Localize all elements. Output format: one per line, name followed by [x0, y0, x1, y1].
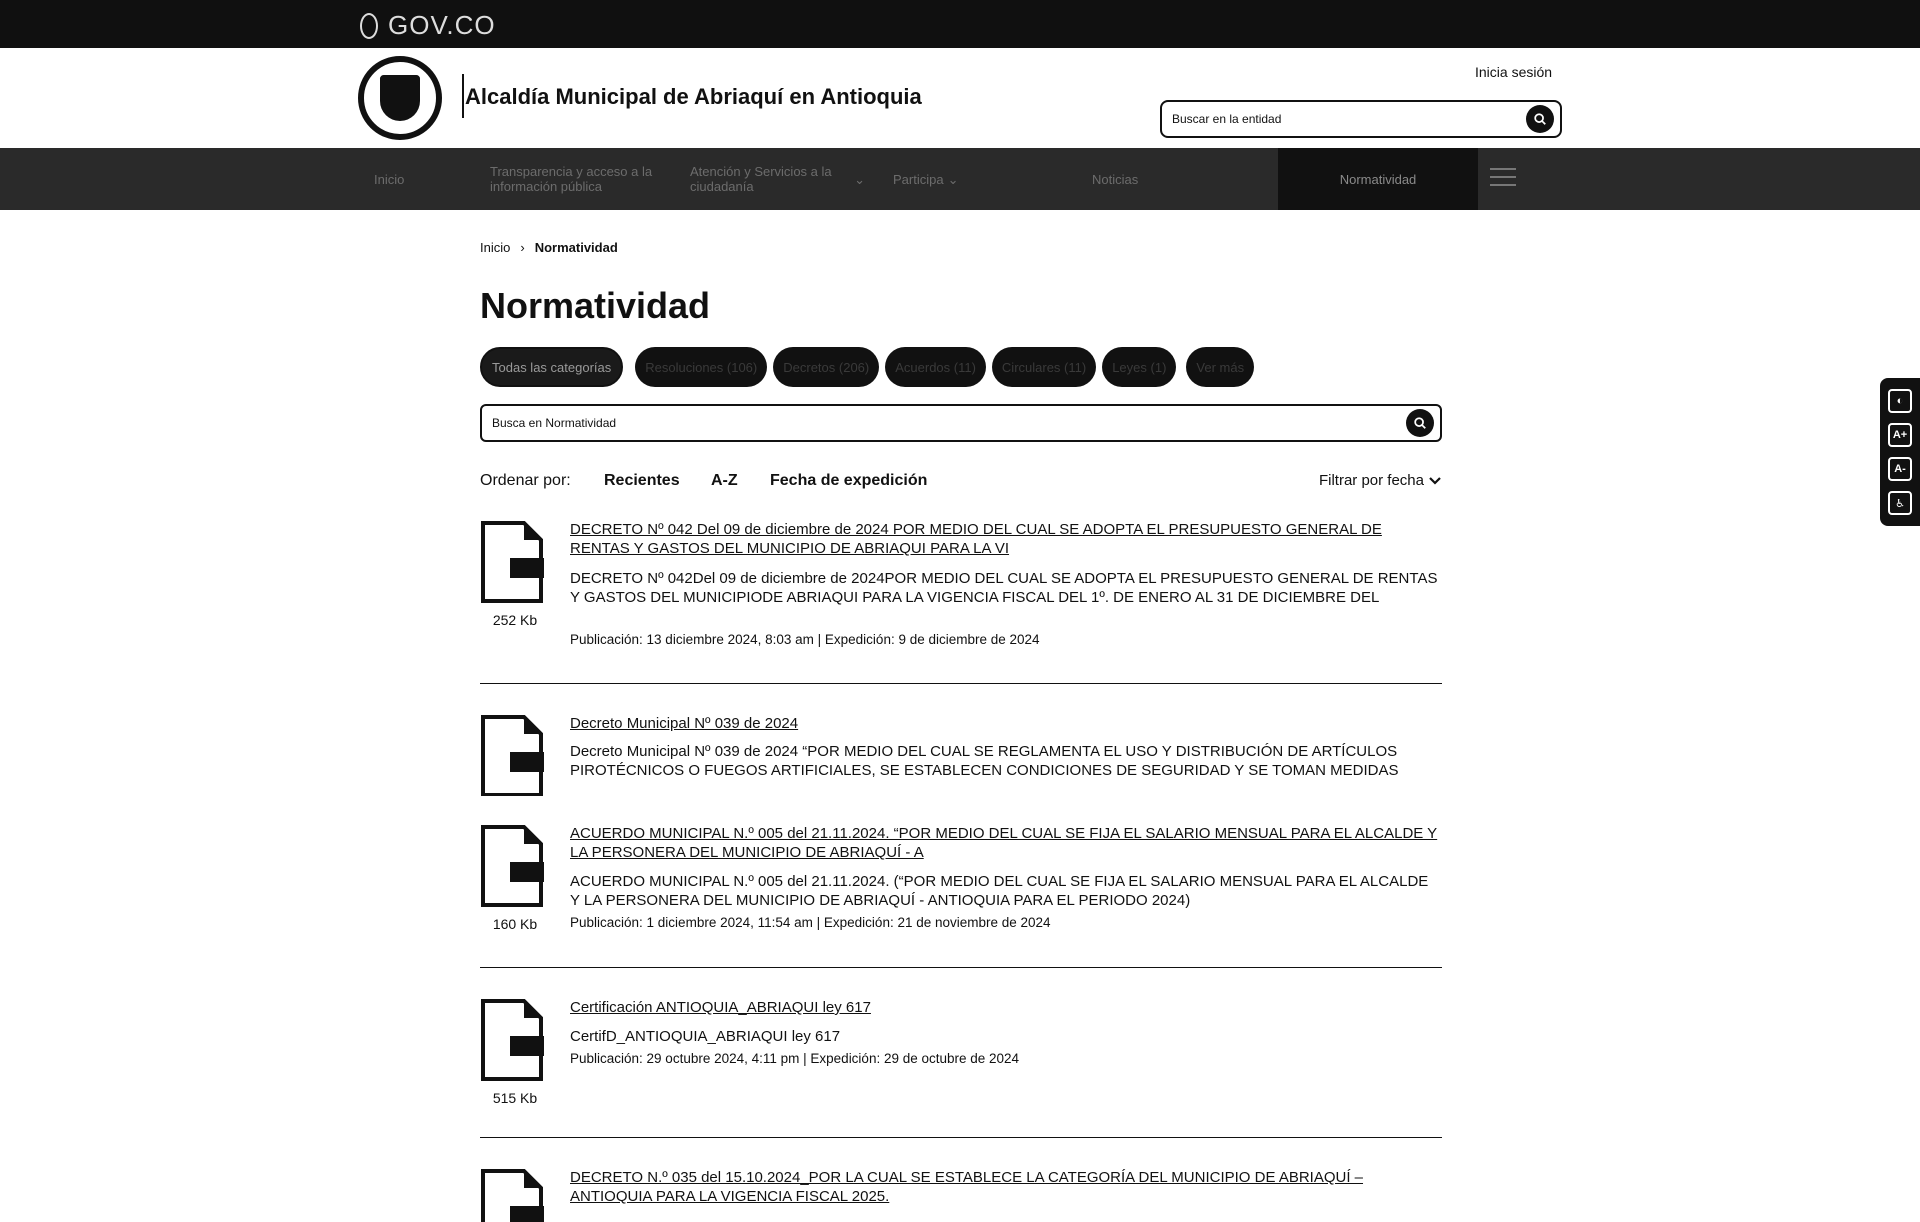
pdf-file-icon[interactable]: [480, 998, 544, 1082]
search-icon: [1534, 113, 1546, 125]
gov-co-bar: GOV.CO: [0, 0, 1920, 48]
entity-search-input[interactable]: [1172, 112, 1526, 126]
document-meta: Publicación: 1 diciembre 2024, 11:54 am …: [570, 915, 1051, 930]
date-filter-label: Filtrar por fecha: [1318, 472, 1424, 489]
breadcrumb-home[interactable]: Inicio: [480, 240, 510, 255]
pdf-file-icon[interactable]: [480, 1168, 544, 1222]
category-filters: Todas las categorías Resoluciones (106) …: [480, 347, 1255, 387]
sort-option-fecha-expedicion[interactable]: Fecha de expedición: [770, 472, 927, 490]
main-nav: Inicio Transparencia y acceso a la infor…: [0, 148, 1920, 210]
chevron-down-icon: ⌄: [947, 171, 959, 187]
chevron-right-icon: ›: [520, 240, 525, 255]
hamburger-menu-icon[interactable]: [1490, 168, 1516, 192]
nav-item-atencion-label: Atención y Servicios a la ciudadanía: [690, 164, 832, 194]
chevron-down-icon: ⌄: [854, 171, 865, 187]
gov-co-mark-icon: [360, 12, 378, 39]
category-pill-all[interactable]: Todas las categorías: [480, 347, 624, 387]
file-size: 515 Kb: [492, 1090, 538, 1106]
document-description: ACUERDO MUNICIPAL N.º 005 del 21.11.2024…: [570, 873, 1429, 909]
document-title-link[interactable]: ACUERDO MUNICIPAL N.º 005 del 21.11.2024…: [570, 824, 1440, 862]
header-divider: [462, 74, 464, 118]
normatividad-search-button[interactable]: [1406, 409, 1434, 437]
sort-bar: Ordenar por: Recientes A-Z Fecha de expe…: [480, 472, 1442, 492]
document-title-link[interactable]: Decreto Municipal Nº 039 de 2024: [570, 714, 1440, 733]
list-divider: [480, 1137, 1442, 1138]
decrease-font-icon[interactable]: A-: [1888, 457, 1912, 481]
date-filter-toggle[interactable]: Filtrar por fecha: [1319, 472, 1442, 489]
category-pill-leyes[interactable]: Leyes (1): [1102, 347, 1177, 387]
document-title-link[interactable]: Certificación ANTIOQUIA_ABRIAQUI ley 617: [570, 998, 1440, 1017]
nav-item-inicio[interactable]: Inicio: [374, 148, 434, 210]
breadcrumb-current: Normatividad: [534, 240, 618, 255]
pdf-file-icon[interactable]: [480, 714, 544, 796]
document-title-link[interactable]: DECRETO Nº 042 Del 09 de diciembre de 20…: [570, 520, 1440, 558]
pdf-file-icon[interactable]: [480, 520, 544, 604]
nav-item-noticias[interactable]: Noticias: [1092, 148, 1172, 210]
category-pill-decretos[interactable]: Decretos (206): [773, 347, 880, 387]
search-icon: [1414, 417, 1426, 429]
document-meta: Publicación: 29 octubre 2024, 4:11 pm | …: [570, 1051, 1020, 1066]
page-title: Normatividad: [480, 285, 711, 326]
gov-co-logo[interactable]: GOV.CO: [360, 10, 496, 41]
municipal-shield-logo[interactable]: [358, 56, 442, 140]
sort-label: Ordenar por:: [480, 472, 571, 489]
document-title-link[interactable]: DECRETO N.º 035 del 15.10.2024_POR LA CU…: [570, 1168, 1440, 1206]
category-pill-acuerdos[interactable]: Acuerdos (11): [885, 347, 986, 387]
list-divider: [480, 683, 1442, 684]
list-item: 252 Kb DECRETO Nº 042 Del 09 de diciembr…: [480, 520, 1442, 680]
increase-font-icon[interactable]: A+: [1888, 423, 1912, 447]
centro-relevo-icon[interactable]: ♿: [1888, 491, 1912, 515]
chevron-down-icon: [1429, 476, 1441, 485]
login-link[interactable]: Inicia sesión: [1475, 64, 1552, 80]
site-header: Alcaldía Municipal de Abriaquí en Antioq…: [0, 48, 1920, 148]
shield-icon: [380, 75, 420, 121]
category-pill-ver-mas[interactable]: Ver más: [1186, 347, 1255, 387]
entity-search-box: [1160, 100, 1562, 138]
list-item: 515 Kb Certificación ANTIOQUIA_ABRIAQUI …: [480, 998, 1442, 1128]
breadcrumb: Inicio › Normatividad: [480, 240, 618, 255]
accessibility-toolbar: ◐ A+ A- ♿: [1880, 378, 1920, 526]
file-size: 252 Kb: [492, 612, 538, 628]
entity-name[interactable]: Alcaldía Municipal de Abriaquí en Antioq…: [465, 84, 922, 110]
nav-item-atencion[interactable]: Atención y Servicios a la ciudadanía ⌄: [690, 148, 865, 210]
nav-item-participa[interactable]: Participa ⌄: [893, 148, 983, 210]
normatividad-search-box: [480, 404, 1442, 442]
sort-option-a-z[interactable]: A-Z: [711, 472, 738, 490]
category-pill-circulares[interactable]: Circulares (11): [991, 347, 1097, 387]
entity-search-button[interactable]: [1526, 105, 1554, 133]
list-divider: [480, 967, 1442, 968]
gov-co-logo-text: GOV.CO: [388, 10, 496, 40]
nav-item-normatividad[interactable]: Normatividad: [1278, 148, 1478, 210]
nav-item-participa-label: Participa: [893, 171, 944, 187]
nav-item-transparencia[interactable]: Transparencia y acceso a la información …: [490, 148, 660, 210]
document-description: CertifD_ANTIOQUIA_ABRIAQUI ley 617: [570, 1028, 841, 1045]
pdf-file-icon[interactable]: [480, 824, 544, 908]
list-item: DECRETO N.º 035 del 15.10.2024_POR LA CU…: [480, 1168, 1442, 1222]
document-meta: Publicación: 13 diciembre 2024, 8:03 am …: [570, 632, 1040, 647]
category-pill-resoluciones[interactable]: Resoluciones (106): [635, 347, 768, 387]
normatividad-search-input[interactable]: [492, 416, 1406, 430]
document-description: Decreto Municipal Nº 039 de 2024 “POR ME…: [570, 743, 1399, 779]
sort-option-recientes[interactable]: Recientes: [604, 472, 680, 490]
document-description: DECRETO Nº 042Del 09 de diciembre de 202…: [570, 570, 1438, 606]
file-size: 160 Kb: [492, 916, 538, 932]
contrast-toggle-icon[interactable]: ◐: [1888, 389, 1912, 413]
list-item: 160 Kb ACUERDO MUNICIPAL N.º 005 del 21.…: [480, 824, 1442, 964]
list-item: Decreto Municipal Nº 039 de 2024 Decreto…: [480, 714, 1442, 796]
